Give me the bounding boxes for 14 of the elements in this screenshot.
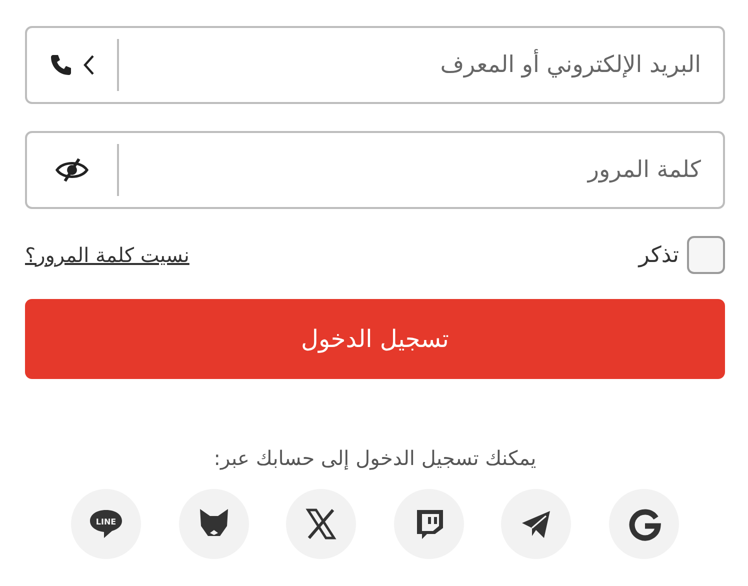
x-icon [303,506,340,542]
identifier-field[interactable]: البريد الإلكتروني أو المعرف [25,26,725,104]
remember-label: تذكر [638,242,679,270]
password-field[interactable]: كلمة المرور [25,131,725,209]
phone-icon[interactable] [49,53,73,77]
chevron-icon[interactable] [83,54,95,76]
forgot-password-link[interactable]: نسيت كلمة المرور؟ [25,240,190,270]
g-icon [626,506,662,542]
social-login-prompt: يمكنك تسجيل الدخول إلى حسابك عبر: [212,445,538,472]
eye-slash-icon[interactable] [55,157,89,183]
login-button[interactable]: تسجيل الدخول [25,299,725,379]
remember-checkbox[interactable] [687,236,725,274]
logo-text: LINE [96,518,116,526]
social-login-button[interactable]: LINE [71,489,142,559]
